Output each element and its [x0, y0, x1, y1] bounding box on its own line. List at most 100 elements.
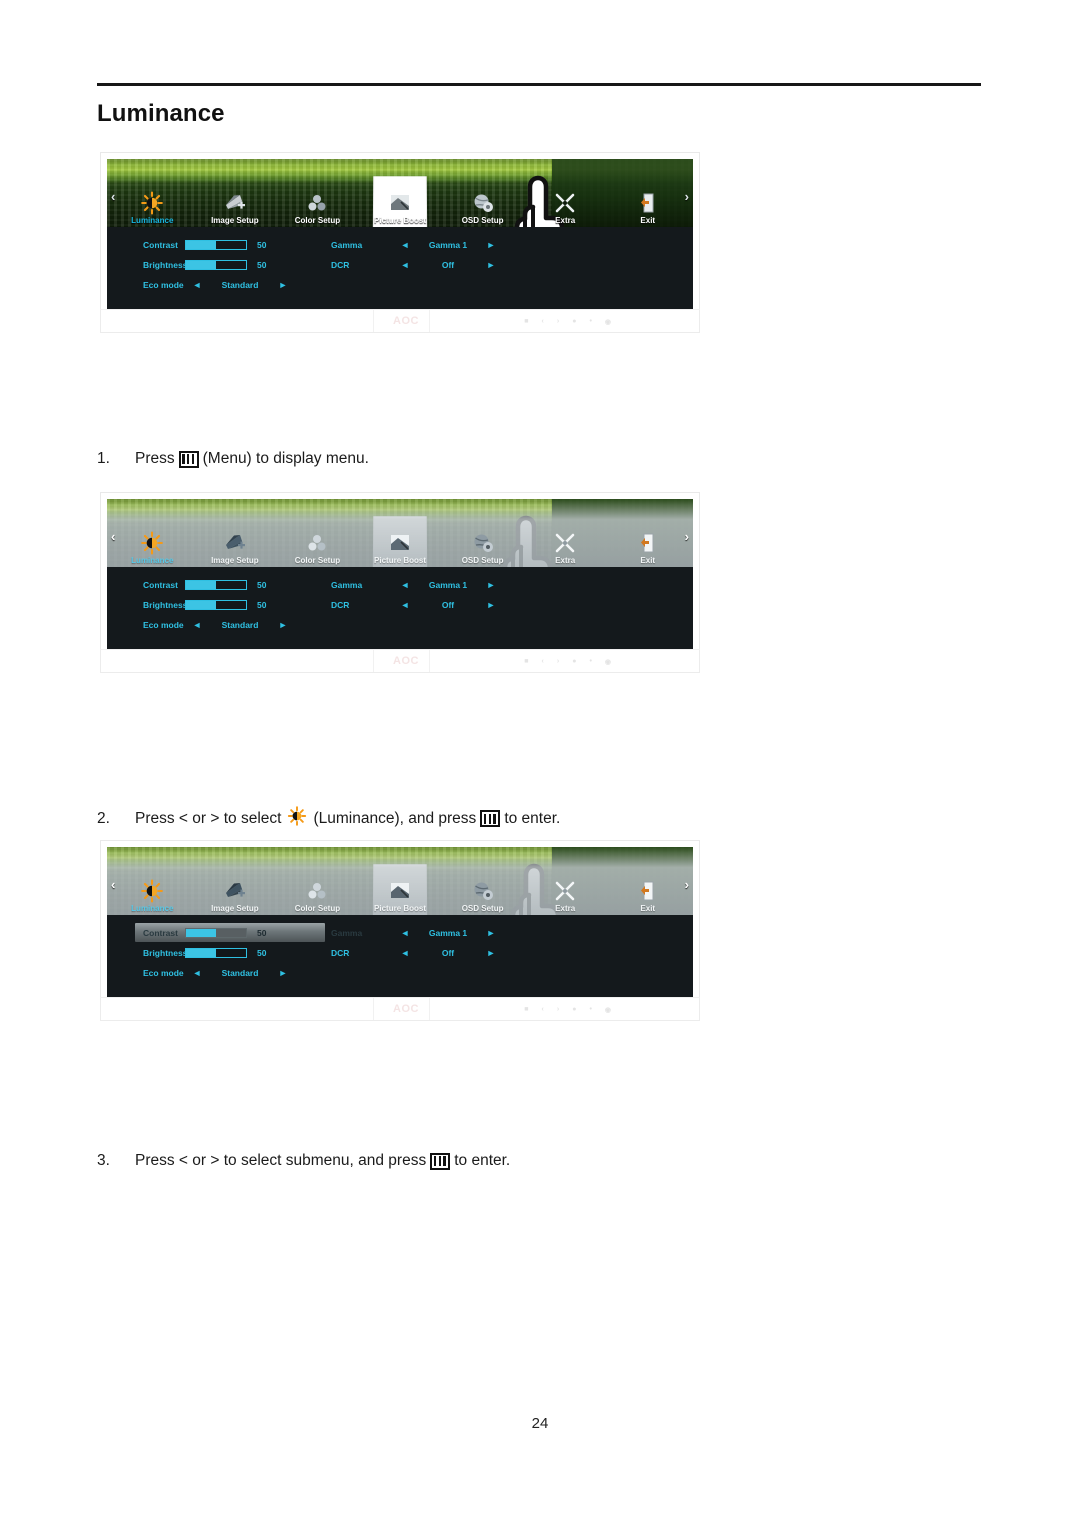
- eco-next-arrow[interactable]: ►: [271, 620, 295, 630]
- gamma-group: Gamma ◄ Gamma 1 ►: [331, 240, 503, 250]
- contrast-slider[interactable]: [185, 579, 247, 590]
- brightness-value: 50: [257, 599, 267, 610]
- osd-tab-label: Color Setup: [294, 904, 341, 913]
- picture-boost-icon: [388, 191, 412, 215]
- osd-tab-label: Exit: [640, 556, 656, 565]
- dcr-next-arrow[interactable]: ►: [479, 600, 503, 610]
- eco-mode-label: Eco mode: [143, 619, 184, 630]
- gamma-next-arrow[interactable]: ►: [479, 580, 503, 590]
- gamma-next-arrow[interactable]: ►: [479, 240, 503, 250]
- dcr-prev-arrow[interactable]: ◄: [393, 260, 417, 270]
- dcr-next-arrow[interactable]: ►: [479, 948, 503, 958]
- step-3: 3. Press < or > to select submenu, and p…: [97, 1152, 510, 1170]
- monitor-buttons[interactable]: ■ ‹ › ● • ◉: [524, 1006, 611, 1014]
- dcr-group: DCR ◄ Off ►: [331, 260, 503, 270]
- color-setup-icon: [306, 531, 328, 555]
- eco-prev-arrow[interactable]: ◄: [185, 280, 209, 290]
- eco-prev-arrow[interactable]: ◄: [185, 620, 209, 630]
- eco-mode-value: Standard: [221, 619, 259, 630]
- step-text-before: Press < or > to select: [135, 809, 282, 827]
- osd-tab-exit[interactable]: Exit: [606, 871, 689, 913]
- osd-row-eco-mode[interactable]: Eco mode ◄ Standard ►: [107, 615, 693, 634]
- contrast-value: 50: [257, 579, 267, 590]
- osd-row-contrast[interactable]: Contrast 50 Gamma ◄ Gamma 1 ►: [107, 575, 693, 594]
- osd-row-brightness[interactable]: Brightness 50 DCR ◄ Off ►: [107, 595, 693, 614]
- osd-tab-image-setup[interactable]: Image Setup: [194, 523, 277, 565]
- contrast-value: 50: [257, 239, 267, 250]
- brightness-slider[interactable]: [185, 947, 247, 958]
- brightness-label: Brightness: [143, 947, 188, 958]
- osd-tab-label: Extra: [555, 904, 576, 913]
- step-number: 1.: [97, 450, 110, 467]
- dcr-group: DCR ◄ Off ►: [331, 600, 503, 610]
- brand-logo: AOC: [393, 655, 419, 667]
- monitor-buttons[interactable]: ■ ‹ › ● • ◉: [524, 318, 611, 326]
- osd-tab-label: Picture Boost: [374, 216, 427, 225]
- osd-tab-luminance[interactable]: Luminance: [111, 523, 194, 565]
- monitor-buttons[interactable]: ■ ‹ › ● • ◉: [524, 658, 611, 666]
- osd-setup-icon: [471, 879, 495, 903]
- exit-door-icon: [638, 879, 658, 903]
- osd-row-brightness[interactable]: Brightness 50 DCR ◄ Off ►: [107, 943, 693, 962]
- brightness-slider[interactable]: [185, 259, 247, 270]
- gamma-prev-arrow[interactable]: ◄: [393, 928, 417, 938]
- osd-tab-osd-setup[interactable]: OSD Setup: [441, 183, 524, 225]
- color-setup-icon: [306, 191, 328, 215]
- osd-tab-picture-boost[interactable]: Picture Boost: [359, 523, 442, 565]
- osd-tab-picture-boost[interactable]: Picture Boost: [359, 183, 442, 225]
- gamma-prev-arrow[interactable]: ◄: [393, 580, 417, 590]
- contrast-slider[interactable]: [185, 927, 247, 938]
- contrast-slider[interactable]: [185, 239, 247, 250]
- osd-tab-exit[interactable]: Exit: [606, 183, 689, 225]
- gamma-value: Gamma 1: [428, 239, 468, 250]
- dcr-prev-arrow[interactable]: ◄: [393, 600, 417, 610]
- contrast-value: 50: [257, 927, 267, 938]
- monitor-bottom-bezel: AOC ■ ‹ › ● • ◉: [100, 309, 700, 333]
- osd-tab-osd-setup[interactable]: OSD Setup: [441, 871, 524, 913]
- eco-next-arrow[interactable]: ►: [271, 280, 295, 290]
- osd-tab-color-setup[interactable]: Color Setup: [276, 871, 359, 913]
- osd-row-contrast[interactable]: Contrast 50 Gamma ◄ Gamma 1 ►: [107, 235, 693, 254]
- osd-tab-extra[interactable]: Extra: [524, 183, 607, 225]
- brand-logo: AOC: [393, 315, 419, 327]
- osd-tab-picture-boost[interactable]: Picture Boost: [359, 871, 442, 913]
- osd-setup-icon: [471, 191, 495, 215]
- step-text-before: Press < or > to select submenu, and pres…: [135, 1152, 427, 1169]
- brightness-value: 50: [257, 259, 267, 270]
- osd-tab-extra[interactable]: Extra: [524, 523, 607, 565]
- image-setup-icon: [223, 879, 247, 903]
- brand-logo: AOC: [393, 1003, 419, 1015]
- osd-row-contrast[interactable]: Contrast 50 Gamma ◄ Gamma 1 ►: [107, 923, 693, 942]
- osd-tab-image-setup[interactable]: Image Setup: [194, 871, 277, 913]
- gamma-next-arrow[interactable]: ►: [479, 928, 503, 938]
- osd-row-eco-mode[interactable]: Eco mode ◄ Standard ►: [107, 275, 693, 294]
- gamma-prev-arrow[interactable]: ◄: [393, 240, 417, 250]
- brightness-slider[interactable]: [185, 599, 247, 610]
- eco-prev-arrow[interactable]: ◄: [185, 968, 209, 978]
- osd-settings-panel: Contrast 50 Gamma ◄ Gamma 1 ► Brightness: [107, 915, 693, 997]
- dcr-next-arrow[interactable]: ►: [479, 260, 503, 270]
- eco-next-arrow[interactable]: ►: [271, 968, 295, 978]
- osd-tab-color-setup[interactable]: Color Setup: [276, 523, 359, 565]
- gamma-value: Gamma 1: [428, 927, 468, 938]
- osd-tab-osd-setup[interactable]: OSD Setup: [441, 523, 524, 565]
- step-number: 3.: [97, 1152, 110, 1169]
- osd-tab-image-setup[interactable]: Image Setup: [194, 183, 277, 225]
- exit-door-icon: [638, 191, 658, 215]
- monitor-bezel: ‹ › Luminance Image Setup Color Setup Pi…: [100, 840, 700, 997]
- osd-tab-exit[interactable]: Exit: [606, 523, 689, 565]
- osd-tab-extra[interactable]: Extra: [524, 871, 607, 913]
- dcr-group: DCR ◄ Off ►: [331, 948, 503, 958]
- osd-row-eco-mode[interactable]: Eco mode ◄ Standard ►: [107, 963, 693, 982]
- monitor-bottom-bezel: AOC ■ ‹ › ● • ◉: [100, 997, 700, 1021]
- osd-tab-color-setup[interactable]: Color Setup: [276, 183, 359, 225]
- osd-row-brightness[interactable]: Brightness 50 DCR ◄ Off ►: [107, 255, 693, 274]
- osd-tab-luminance[interactable]: Luminance: [111, 871, 194, 913]
- osd-tab-luminance[interactable]: Luminance: [111, 183, 194, 225]
- gamma-label: Gamma: [331, 927, 363, 938]
- picture-boost-icon: [388, 531, 412, 555]
- sun-icon: [286, 806, 308, 831]
- osd-tab-label: OSD Setup: [461, 556, 504, 565]
- dcr-prev-arrow[interactable]: ◄: [393, 948, 417, 958]
- osd-tab-label: Luminance: [131, 216, 174, 225]
